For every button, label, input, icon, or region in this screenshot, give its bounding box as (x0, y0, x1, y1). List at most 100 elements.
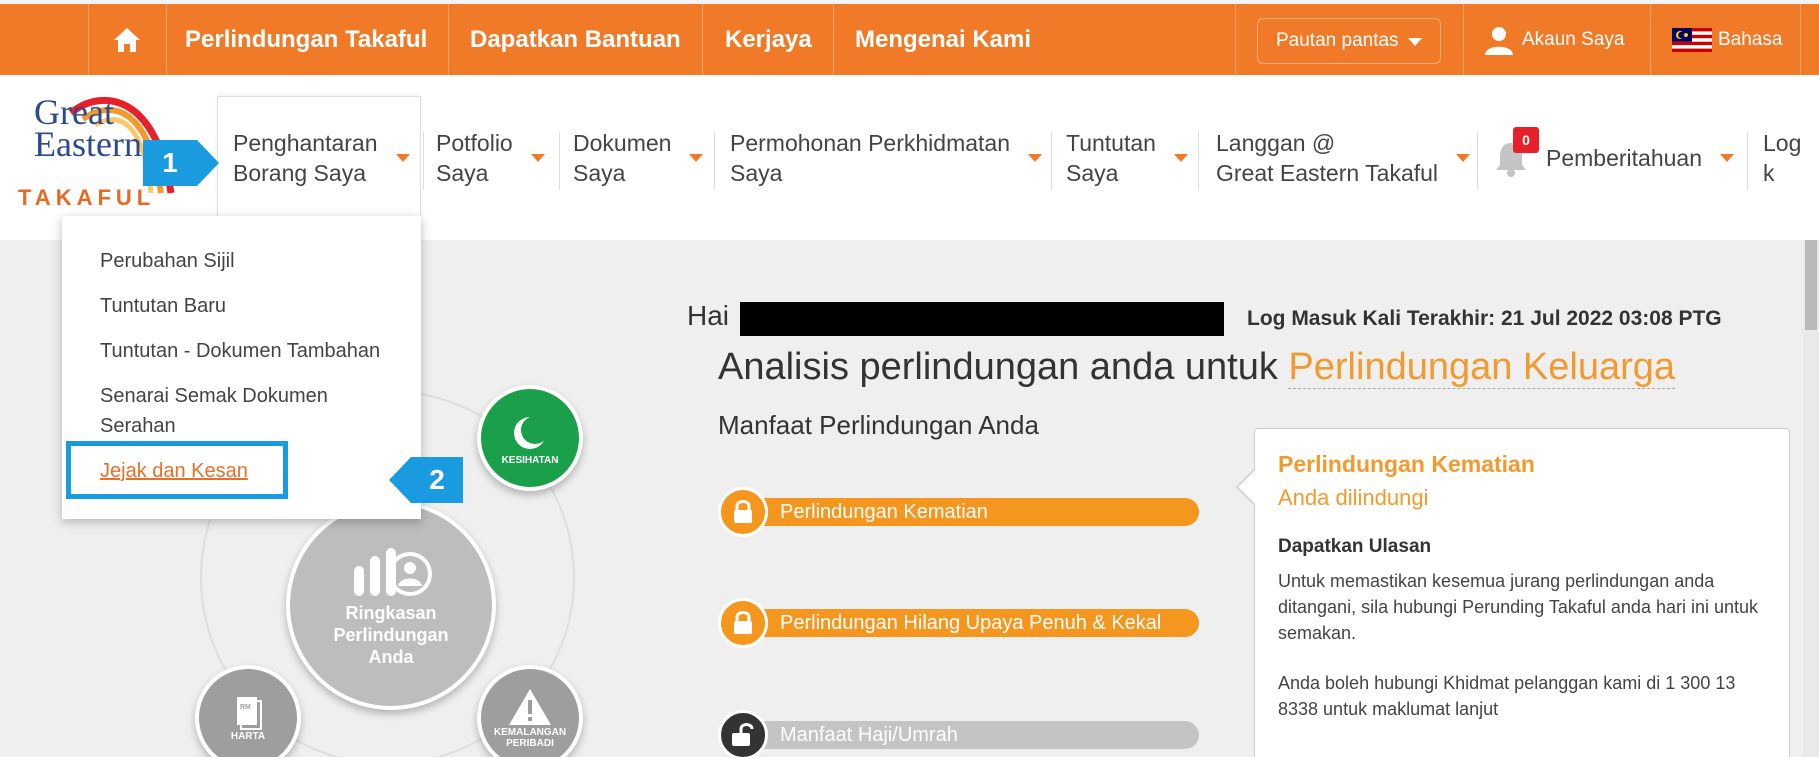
summary-line2: Perlindungan (333, 625, 449, 645)
chevron-down-icon (1408, 38, 1422, 46)
divider (1800, 4, 1801, 75)
nav-label: Tuntutan Saya (1066, 129, 1156, 186)
document-rm-icon: RM (237, 696, 262, 730)
divider (166, 4, 167, 75)
menu-item-senarai-semak-line1[interactable]: Senarai Semak Dokumen (100, 381, 328, 411)
family-protection-link[interactable]: Perlindungan Keluarga (1288, 346, 1676, 389)
nav-pemberitahuan[interactable]: Pemberitahuan (1494, 75, 1734, 240)
divider (559, 132, 560, 190)
card-status: Anda dilindungi (1278, 485, 1429, 510)
scrollbar-thumb[interactable] (1805, 240, 1817, 330)
rm-text: RM (240, 704, 251, 711)
chart-person-icon (354, 548, 432, 596)
topnav-kerjaya[interactable]: Kerjaya (725, 4, 812, 75)
title-prefix: Analisis perlindungan anda untuk (718, 346, 1289, 388)
topnav-mengenai-kami[interactable]: Mengenai Kami (855, 4, 1031, 75)
highlight-box (66, 441, 288, 499)
crescent-icon (514, 415, 549, 449)
quick-links-label: Pautan pantas (1276, 30, 1399, 51)
accident-bubble[interactable]: KEMALANGAN PERIBADI (477, 665, 583, 757)
lock-icon (718, 598, 768, 648)
accident-label-1: KEMALANGAN (493, 727, 567, 738)
divider (1051, 132, 1052, 190)
account-button[interactable]: Akaun Saya (1482, 4, 1624, 75)
nav-label: Dokumen Saya (573, 129, 672, 186)
home-button[interactable] (88, 4, 166, 75)
top-bar: Perlindungan Takaful Dapatkan Bantuan Ke… (0, 0, 1819, 75)
menu-item-tuntutan-baru[interactable]: Tuntutan Baru (100, 291, 226, 321)
step-marker-2: 2 (389, 457, 463, 503)
card-title: Perlindungan Kematian (1278, 451, 1535, 477)
nav-label: Permohonan Perkhidmatan Saya (730, 129, 1010, 186)
accident-label-2: PERIBADI (506, 738, 554, 749)
topnav-dapatkan-bantuan[interactable]: Dapatkan Bantuan (470, 4, 681, 75)
nav-potfolio-saya[interactable]: Potfolio Saya (436, 75, 545, 240)
nav-tuntutan-saya[interactable]: Tuntutan Saya (1066, 75, 1188, 240)
death-protection-info-card: Perlindungan Kematian Anda dilindungi Da… (1236, 428, 1790, 757)
divider (1235, 4, 1236, 75)
health-bubble[interactable]: KESIHATAN (477, 385, 583, 491)
property-label: HARTA (230, 730, 266, 742)
nav-log-keluar[interactable]: Log k (1763, 75, 1819, 240)
home-icon (114, 27, 140, 52)
nav-label: Log k (1763, 129, 1802, 186)
lock-icon (718, 487, 768, 537)
page-scrollbar[interactable] (1803, 240, 1819, 757)
redacted-name (740, 302, 1224, 336)
language-button[interactable]: Bahasa (1672, 4, 1782, 75)
divider (1463, 4, 1464, 75)
benefit-bar-hajj[interactable]: Manfaat Haji/Umrah (722, 721, 1199, 749)
menu-item-perubahan-sijil[interactable]: Perubahan Sijil (100, 246, 235, 276)
logo-eastern-text: Eastern (34, 124, 142, 164)
nav-langgan-great-eastern[interactable]: Langgan @ Great Eastern Takaful (1216, 75, 1471, 240)
chevron-down-icon (395, 153, 410, 162)
step-marker-1: 1 (143, 140, 219, 186)
card-paragraph-2: Anda boleh hubungi Khidmat pelanggan kam… (1278, 673, 1736, 719)
last-login: Log Masuk Kali Terakhir: 21 Jul 2022 03:… (1247, 307, 1722, 330)
logo-takaful-text: TAKAFUL (18, 185, 156, 210)
card-paragraph-1: Untuk memastikan kesemua jurang perlindu… (1278, 571, 1759, 643)
warning-icon (509, 689, 551, 725)
summary-line1: Ringkasan (345, 603, 437, 623)
nav-label: Pemberitahuan (1546, 144, 1702, 171)
benefits-title: Manfaat Perlindungan Anda (718, 410, 1039, 440)
divider (1650, 4, 1651, 75)
divider (1198, 132, 1199, 190)
notification-badge: 0 (1513, 127, 1539, 153)
menu-item-tuntutan-dokumen-tambahan[interactable]: Tuntutan - Dokumen Tambahan (100, 336, 380, 366)
language-label: Bahasa (1718, 28, 1783, 50)
divider (1477, 132, 1478, 190)
chevron-down-icon (530, 153, 545, 162)
nav-permohonan-perkhidmatan-saya[interactable]: Permohonan Perkhidmatan Saya (730, 75, 1042, 240)
benefit-bar-disability[interactable]: Perlindungan Hilang Upaya Penuh & Kekal (722, 609, 1199, 637)
nav-dokumen-saya[interactable]: Dokumen Saya (573, 75, 704, 240)
nav-label: Potfolio Saya (436, 129, 513, 186)
divider (1747, 132, 1748, 190)
chevron-down-icon (1720, 153, 1734, 162)
divider (448, 4, 449, 75)
benefit-bar-death[interactable]: Perlindungan Kematian (722, 498, 1199, 526)
nav-label: Penghantaran Borang Saya (233, 129, 378, 186)
account-label: Akaun Saya (1522, 28, 1625, 50)
quick-links-dropdown[interactable]: Pautan pantas (1257, 18, 1441, 64)
unlock-icon (718, 710, 768, 757)
divider (833, 4, 834, 75)
chevron-down-icon (1456, 153, 1471, 162)
divider (423, 132, 424, 190)
menu-item-senarai-semak-line2[interactable]: Serahan (100, 411, 176, 441)
summary-line3: Anda (368, 647, 414, 667)
greeting: Hai (687, 300, 730, 331)
chevron-down-icon (1028, 153, 1042, 162)
nav-label: Langgan @ Great Eastern Takaful (1216, 129, 1439, 186)
card-heading: Dapatkan Ulasan (1278, 536, 1432, 557)
chevron-down-icon (1173, 153, 1188, 162)
coverage-summary-bubble[interactable]: Ringkasan Perlindungan Anda (286, 500, 496, 710)
divider (702, 4, 703, 75)
page-title: Analisis perlindungan anda untuk Perlind… (718, 346, 1676, 389)
user-icon (1485, 26, 1513, 55)
chevron-down-icon (689, 153, 704, 162)
health-label: KESIHATAN (501, 454, 559, 466)
topnav-perlindungan-takaful[interactable]: Perlindungan Takaful (185, 4, 427, 75)
divider (714, 132, 715, 190)
malaysia-flag-icon (1672, 27, 1712, 52)
